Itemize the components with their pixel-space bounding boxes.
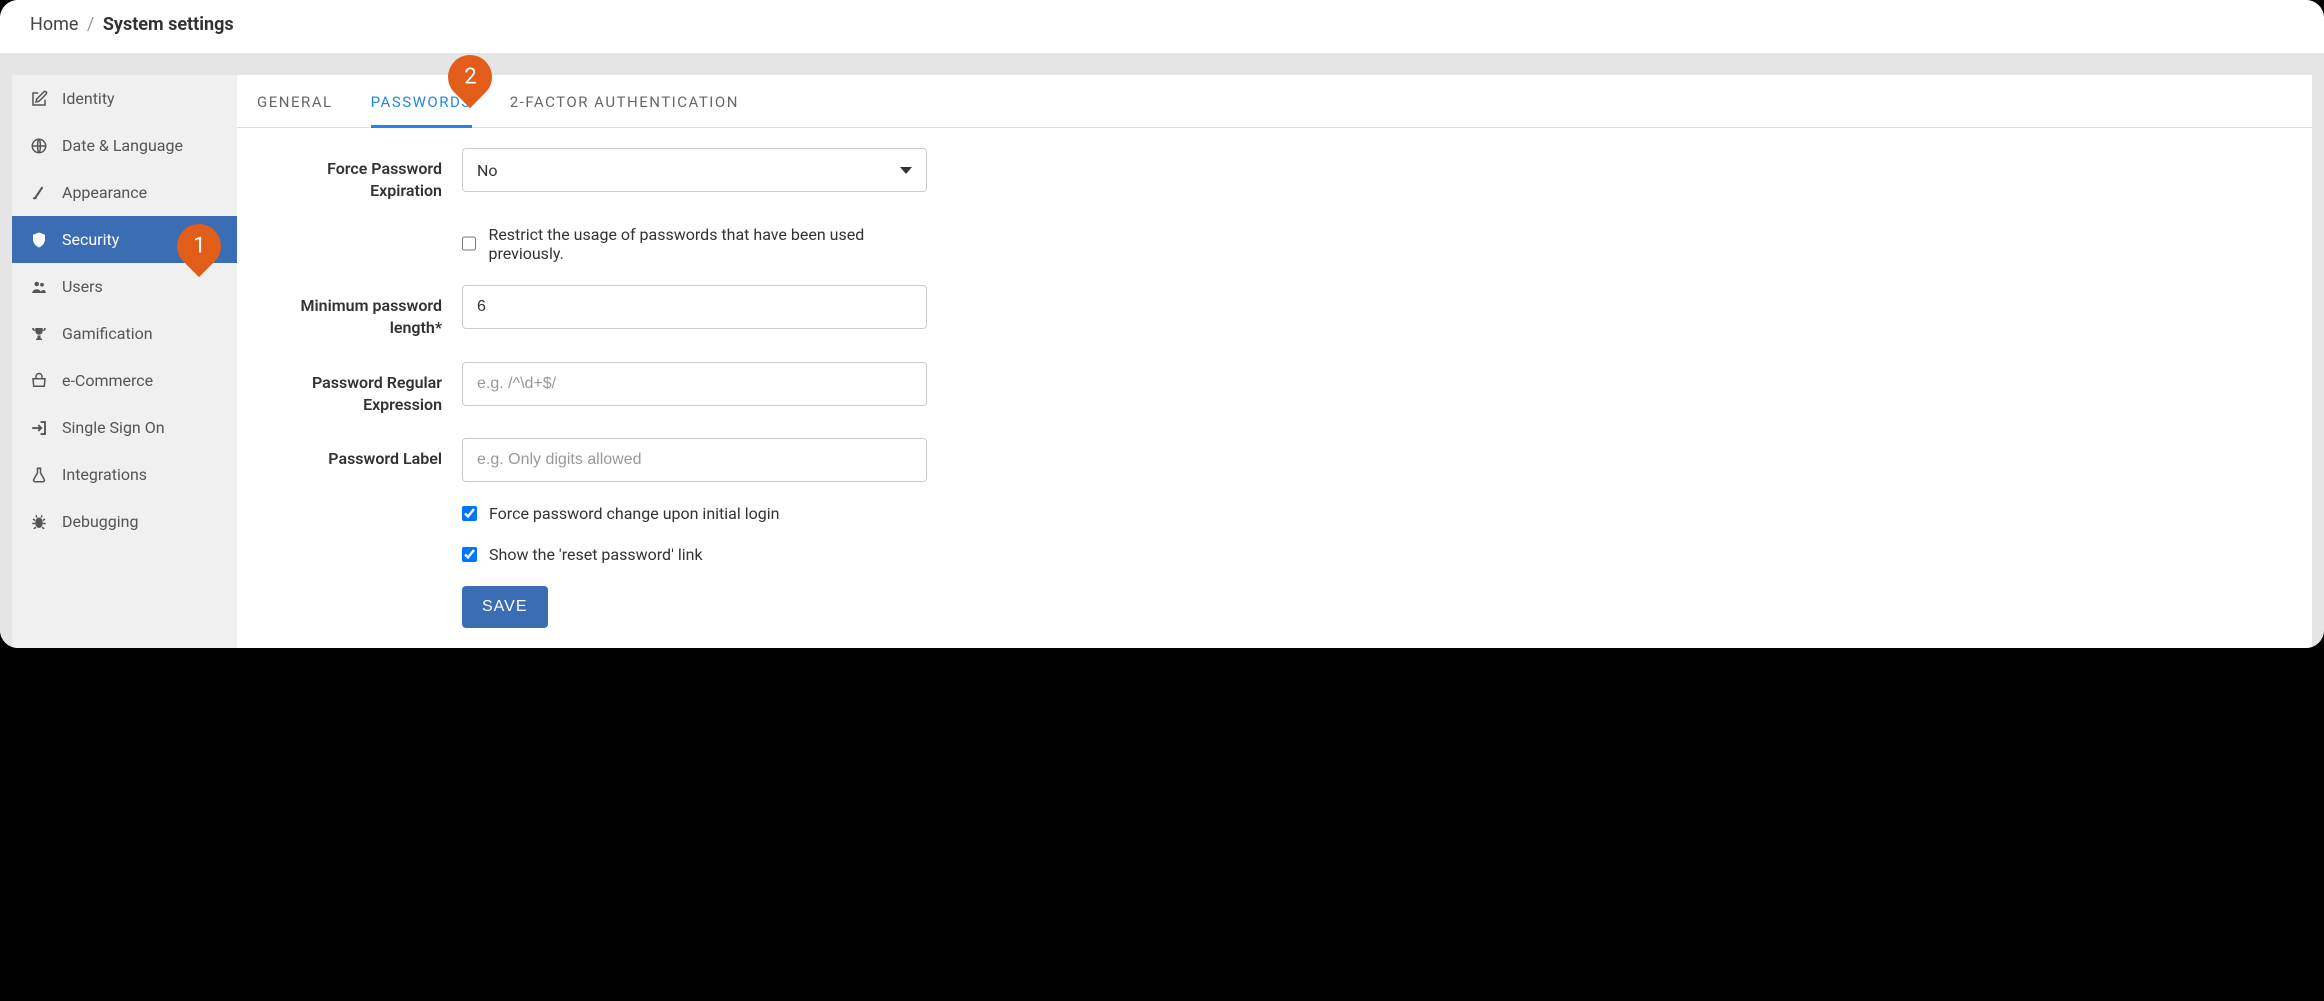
password-label-label: Password Label — [257, 438, 462, 470]
sidebar-item-label: Integrations — [62, 465, 147, 484]
force-expiration-value: No — [477, 161, 498, 180]
force-change-label: Force password change upon initial login — [489, 504, 779, 523]
sidebar-item-label: e-Commerce — [62, 371, 153, 390]
cart-icon — [30, 372, 50, 390]
sidebar-item-label: Users — [62, 277, 103, 296]
sidebar: Identity Date & Language Appearance Secu… — [12, 75, 237, 648]
brush-icon — [30, 184, 50, 202]
users-icon — [30, 278, 50, 296]
sidebar-item-label: Identity — [62, 89, 115, 108]
min-length-input[interactable] — [462, 285, 927, 329]
flask-icon — [30, 466, 50, 484]
content-panel: GENERAL PASSWORDS 2-FACTOR AUTHENTICATIO… — [237, 75, 2312, 648]
restrict-previous-label: Restrict the usage of passwords that hav… — [488, 225, 927, 263]
min-length-label: Minimum password length* — [257, 285, 462, 340]
shield-icon — [30, 231, 50, 249]
sidebar-item-label: Debugging — [62, 512, 138, 531]
breadcrumb-current: System settings — [103, 14, 234, 35]
force-change-checkbox[interactable] — [462, 506, 477, 521]
tab-2fa[interactable]: 2-FACTOR AUTHENTICATION — [510, 75, 739, 128]
trophy-icon — [30, 325, 50, 343]
globe-icon — [30, 137, 50, 155]
sidebar-item-ecommerce[interactable]: e-Commerce — [12, 357, 237, 404]
sidebar-item-sso[interactable]: Single Sign On — [12, 404, 237, 451]
tab-general[interactable]: GENERAL — [257, 75, 333, 128]
sidebar-item-label: Appearance — [62, 183, 147, 202]
force-expiration-label: Force Password Expiration — [257, 148, 462, 203]
caret-down-icon — [900, 167, 912, 174]
sidebar-item-label: Gamification — [62, 324, 153, 343]
sidebar-item-identity[interactable]: Identity — [12, 75, 237, 122]
sidebar-item-label: Security — [62, 230, 119, 249]
sidebar-item-label: Date & Language — [62, 136, 183, 155]
breadcrumb: Home / System settings — [0, 0, 2324, 53]
breadcrumb-separator: / — [87, 14, 94, 35]
sidebar-item-debugging[interactable]: Debugging — [12, 498, 237, 545]
tabs: GENERAL PASSWORDS 2-FACTOR AUTHENTICATIO… — [237, 75, 2312, 128]
show-reset-checkbox[interactable] — [462, 547, 477, 562]
password-label-input[interactable] — [462, 438, 927, 482]
breadcrumb-home[interactable]: Home — [30, 14, 78, 35]
regex-input[interactable] — [462, 362, 927, 406]
signin-icon — [30, 419, 50, 437]
sidebar-item-label: Single Sign On — [62, 418, 165, 437]
show-reset-label: Show the 'reset password' link — [489, 545, 703, 564]
bug-icon — [30, 513, 50, 531]
sidebar-item-appearance[interactable]: Appearance — [12, 169, 237, 216]
sidebar-item-integrations[interactable]: Integrations — [12, 451, 237, 498]
save-button[interactable]: SAVE — [462, 586, 548, 628]
restrict-previous-checkbox[interactable] — [462, 236, 476, 251]
regex-label: Password Regular Expression — [257, 362, 462, 417]
sidebar-item-date-language[interactable]: Date & Language — [12, 122, 237, 169]
edit-icon — [30, 90, 50, 108]
sidebar-item-gamification[interactable]: Gamification — [12, 310, 237, 357]
force-expiration-select[interactable]: No — [462, 148, 927, 192]
